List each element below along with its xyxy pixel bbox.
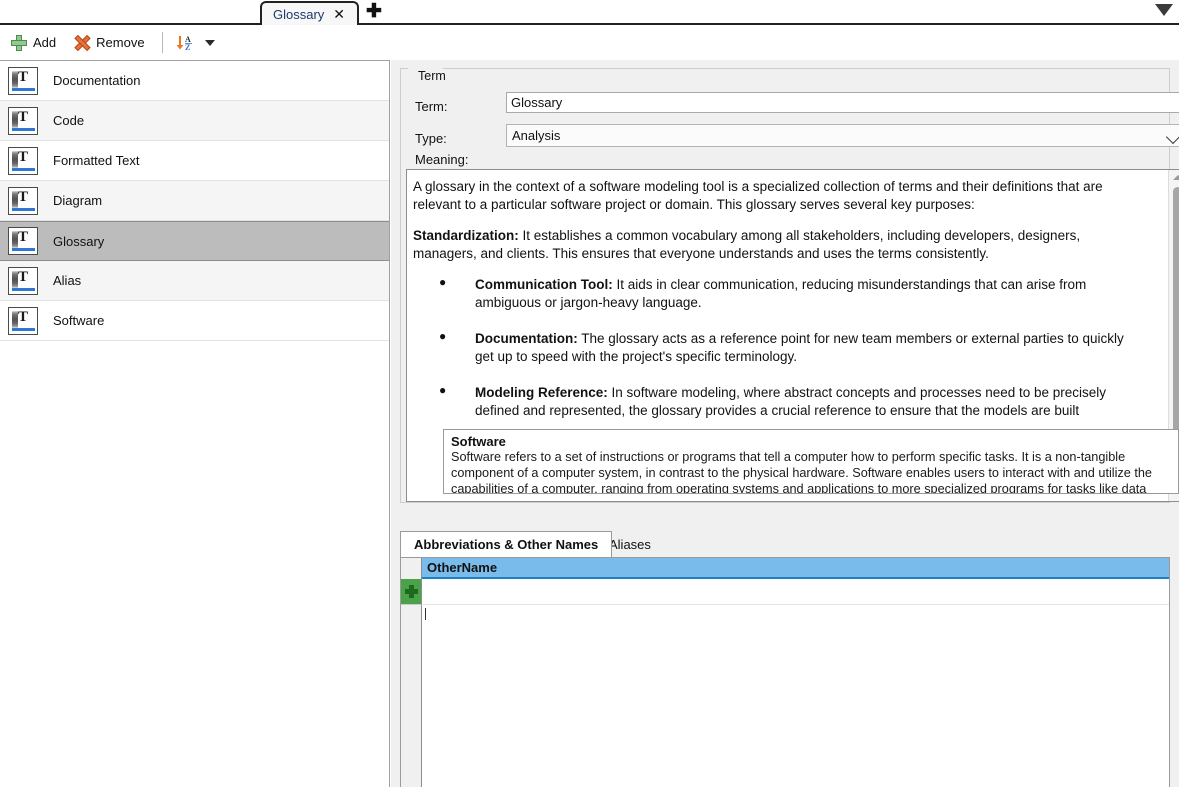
meaning-standardization: Standardization: It establishes a common… [413, 227, 1143, 263]
meaning-bullet-title: Modeling Reference: [475, 384, 608, 400]
grid-column-header-othername[interactable]: OtherName [422, 558, 1169, 579]
term-document-icon: T [8, 266, 38, 295]
chevron-down-icon [1165, 129, 1179, 145]
add-button-label: Add [33, 35, 57, 50]
list-item[interactable]: T Documentation [0, 61, 389, 101]
list-item[interactable]: T Glossary [0, 221, 389, 261]
scrollbar-thumb[interactable] [1173, 187, 1179, 449]
term-document-icon: T [8, 186, 38, 215]
term-document-icon: T [8, 227, 38, 255]
chevron-down-icon[interactable] [204, 39, 215, 46]
meaning-bullet-title: Documentation: [475, 330, 578, 346]
type-select-value: Analysis [512, 128, 561, 143]
term-list-panel: T Documentation T Code T Formatted Text T Diagr… [0, 60, 390, 787]
tab-strip: Glossary ✕ ✚ [0, 0, 1179, 25]
standardization-title: Standardization: [413, 227, 519, 243]
term-document-icon: T [8, 106, 38, 135]
term-list: T Documentation T Code T Formatted Text T Diagr… [0, 61, 389, 341]
add-button[interactable]: Add [4, 30, 63, 56]
list-item-label: Diagram [53, 193, 103, 208]
grid-text-caret [425, 608, 426, 620]
arrow-up-icon[interactable] [1173, 175, 1179, 180]
plus-icon[interactable]: ✚ [366, 2, 382, 22]
term-input[interactable] [506, 92, 1179, 113]
list-item-label: Glossary [53, 233, 105, 249]
plus-icon [11, 34, 27, 51]
grid-header-row: OtherName [401, 558, 1169, 579]
type-select[interactable]: Analysis [506, 124, 1179, 147]
term-detail-panel: Term Term: Type: Analysis Meaning: A glo… [391, 60, 1179, 787]
meaning-bullet-title: Communication Tool: [475, 276, 613, 292]
type-field-label: Type: [415, 131, 447, 146]
tooltip-title: Software [451, 434, 506, 449]
toolbar: Add Remove A Z [0, 27, 1179, 58]
tab-label: Glossary [273, 6, 325, 22]
list-item[interactable]: T Code [0, 101, 389, 141]
meaning-bullet: Documentation: The glossary acts as a re… [413, 329, 1143, 366]
remove-button[interactable]: Remove [67, 30, 151, 56]
list-item[interactable]: T Alias [0, 261, 389, 301]
meaning-bullet: Modeling Reference: In software modeling… [413, 383, 1143, 420]
tab-aliases-label: Aliases [609, 537, 651, 552]
plus-glyph-icon [405, 585, 418, 598]
list-item-label: Formatted Text [53, 153, 140, 168]
grid-corner-cell[interactable] [401, 558, 422, 579]
meaning-bullet: Communication Tool: It aids in clear com… [413, 275, 1143, 312]
list-item-label: Software [53, 313, 105, 328]
remove-button-label: Remove [96, 35, 145, 50]
grid-new-row-cell[interactable] [422, 579, 1169, 605]
list-item[interactable]: T Formatted Text [0, 141, 389, 181]
meaning-bullet-list: Communication Tool: It aids in clear com… [413, 275, 1143, 420]
term-document-icon: T [8, 66, 38, 95]
application-window: Glossary ✕ ✚ Add Remove A Z T Documentat… [0, 0, 1179, 787]
list-item-label: Code [53, 113, 85, 128]
close-icon[interactable]: ✕ [333, 7, 345, 21]
list-item-label: Documentation [53, 73, 141, 88]
sort-az-button[interactable]: A Z [171, 31, 219, 55]
tab-abbreviations[interactable]: Abbreviations & Other Names [400, 531, 613, 557]
othernames-grid: OtherName [400, 557, 1170, 787]
add-row-plus-icon[interactable] [401, 579, 422, 605]
list-item[interactable]: T Software [0, 301, 389, 341]
term-document-icon: T [8, 306, 38, 335]
delete-x-icon [74, 35, 90, 51]
grid-row-header-strip [401, 605, 422, 787]
grid-new-row[interactable] [401, 579, 1169, 605]
list-item-label: Alias [53, 273, 82, 288]
meaning-field-label: Meaning: [415, 152, 469, 167]
svg-text:Z: Z [185, 43, 190, 52]
term-document-icon: T [8, 146, 38, 175]
meaning-intro: A glossary in the context of a software … [413, 179, 1103, 212]
chevron-down-icon[interactable] [1155, 4, 1173, 16]
tooltip-body: Software refers to a set of instructions… [451, 450, 1152, 494]
list-item[interactable]: T Diagram [0, 181, 389, 221]
bottom-tab-strip: Abbreviations & Other Names Aliases [400, 531, 1170, 557]
tab-abbreviations-label: Abbreviations & Other Names [414, 537, 599, 552]
sort-az-icon: A Z [176, 35, 192, 52]
tab-glossary[interactable]: Glossary ✕ [260, 1, 359, 25]
toolbar-divider [161, 32, 163, 53]
groupbox-title: Term [415, 69, 449, 83]
term-field-label: Term: [415, 99, 448, 114]
term-tooltip: Software Software refers to a set of inst… [443, 429, 1179, 494]
